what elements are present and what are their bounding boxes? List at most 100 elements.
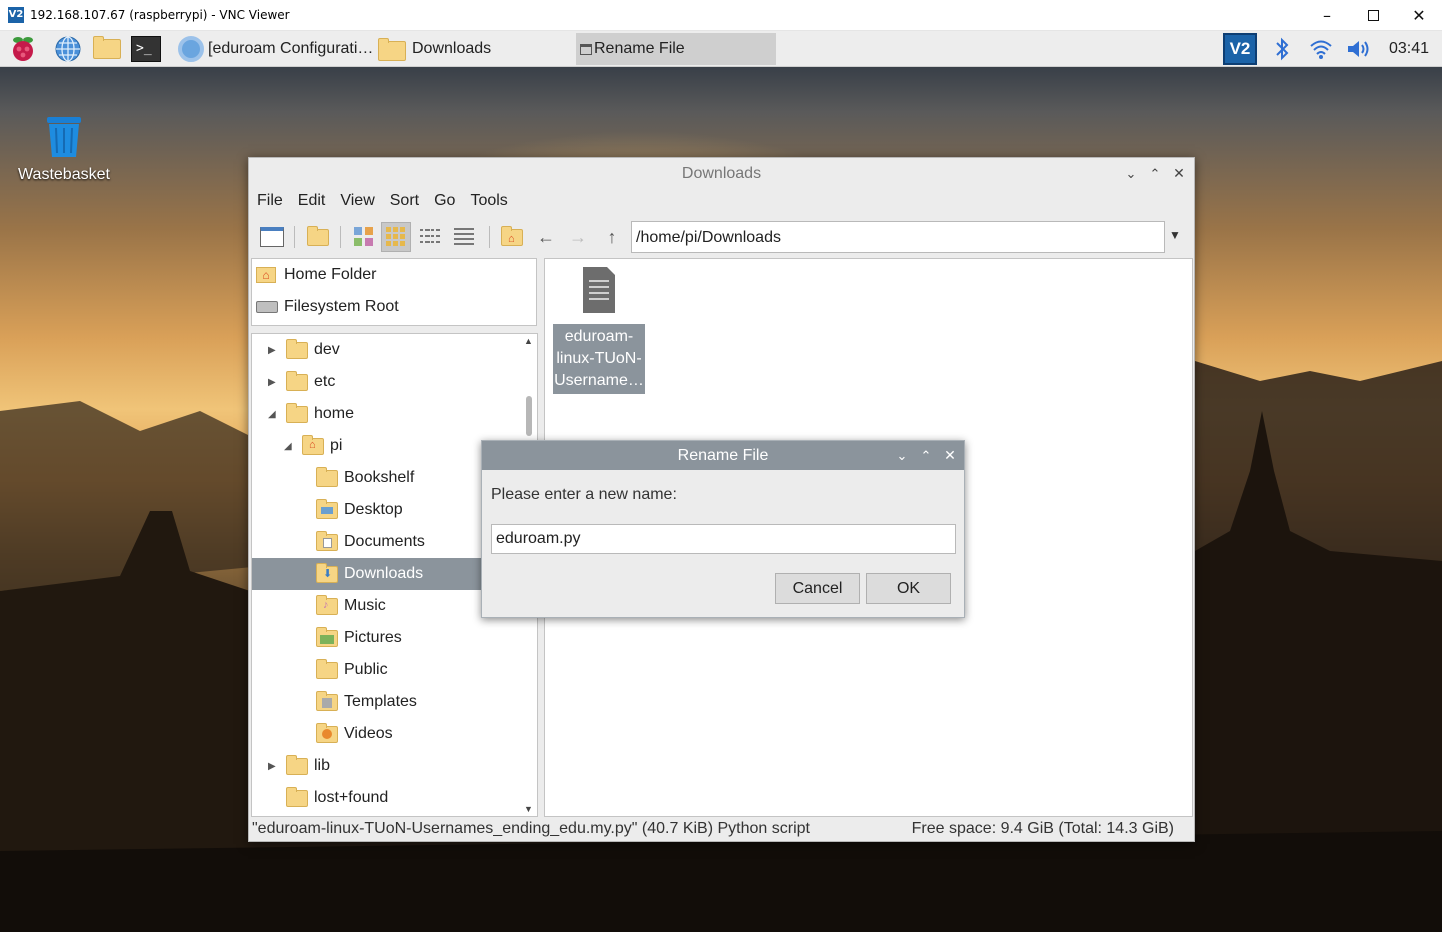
tree-item-lost-found[interactable]: lost+found: [252, 782, 524, 814]
menu-go[interactable]: Go: [426, 189, 462, 215]
home-icon: ⌂: [256, 267, 276, 283]
file-item-eduroam-script[interactable]: eduroam- linux-TUoN- Username…: [553, 265, 645, 394]
list-view-icon[interactable]: [449, 222, 479, 252]
taskbar-task-eduroam[interactable]: [eduroam Configurati…: [174, 33, 374, 65]
tree-item-label: Public: [344, 661, 388, 678]
vnc-tray-icon[interactable]: V2: [1222, 33, 1258, 65]
window-minimize-button[interactable]: ⌄: [1119, 158, 1143, 189]
window-maximize-button[interactable]: ⌃: [1143, 158, 1167, 189]
bluetooth-icon[interactable]: [1268, 33, 1296, 65]
status-bar: "eduroam-linux-TUoN-Usernames_ending_edu…: [249, 817, 1194, 843]
address-bar[interactable]: /home/pi/Downloads: [631, 221, 1165, 253]
ok-button[interactable]: OK: [866, 573, 951, 604]
tree-item-label: lost+found: [314, 789, 389, 806]
raspberry-menu-icon[interactable]: [8, 35, 38, 63]
tree-item-label: lib: [314, 757, 331, 774]
expander-icon[interactable]: ▶: [268, 761, 278, 772]
tree-item-home[interactable]: ◢ home: [252, 398, 524, 430]
dialog-prompt: Please enter a new name:: [491, 486, 677, 503]
tree-item-label: Bookshelf: [344, 469, 415, 486]
taskbar: >_ [eduroam Configurati… Downloads Renam…: [0, 31, 1442, 67]
minimize-button[interactable]: –: [1304, 0, 1350, 31]
places-item-filesystem-root[interactable]: Filesystem Root: [252, 291, 536, 323]
tree-item-label: home: [314, 405, 355, 422]
status-selection-info: "eduroam-linux-TUoN-Usernames_ending_edu…: [252, 820, 810, 837]
tree-item-label: etc: [314, 373, 336, 390]
expander-icon[interactable]: ▶: [268, 345, 278, 356]
tree-item-templates[interactable]: Templates: [252, 686, 524, 718]
maximize-button[interactable]: [1350, 0, 1396, 31]
tree-item-public[interactable]: Public: [252, 654, 524, 686]
terminal-icon[interactable]: >_: [130, 35, 162, 63]
tree-item-pictures[interactable]: Pictures: [252, 622, 524, 654]
tree-item-videos[interactable]: Videos: [252, 718, 524, 750]
icon-view-icon[interactable]: [381, 222, 411, 252]
volume-icon[interactable]: [1344, 33, 1374, 65]
up-arrow-icon[interactable]: ↑: [597, 222, 627, 252]
rename-file-dialog: Rename File ⌄ ⌃ ✕ Please enter a new nam…: [481, 440, 965, 618]
taskbar-task-label: Downloads: [412, 40, 492, 57]
folder-icon: [378, 38, 406, 61]
expander-icon[interactable]: ◢: [268, 409, 278, 420]
close-button[interactable]: ✕: [1396, 0, 1442, 31]
status-free-space: Free space: 9.4 GiB (Total: 14.3 GiB): [911, 820, 1174, 837]
cancel-button[interactable]: Cancel: [775, 573, 860, 604]
compact-view-icon[interactable]: [415, 222, 445, 252]
tree-item-label: Documents: [344, 533, 425, 550]
tree-item-label: Videos: [344, 725, 393, 742]
trash-icon: [47, 117, 81, 157]
tree-item-etc[interactable]: ▶ etc: [252, 366, 524, 398]
file-manager-icon[interactable]: [90, 35, 124, 63]
taskbar-task-downloads[interactable]: Downloads: [374, 33, 574, 65]
tree-item-dev[interactable]: ▶ dev: [252, 334, 524, 366]
window-close-button[interactable]: ✕: [1167, 158, 1191, 189]
menu-tools[interactable]: Tools: [462, 189, 514, 215]
address-dropdown-icon[interactable]: ▼: [1169, 228, 1181, 242]
new-name-input[interactable]: [491, 524, 956, 554]
taskbar-task-rename-file[interactable]: Rename File: [576, 33, 776, 65]
tree-item-lib[interactable]: ▶ lib: [252, 750, 524, 782]
wastebasket-desktop-icon[interactable]: Wastebasket: [14, 113, 114, 184]
script-file-icon: [583, 267, 615, 313]
tree-item-label: pi: [330, 437, 343, 454]
forward-arrow-icon[interactable]: →: [563, 222, 593, 252]
tree-item-label: Pictures: [344, 629, 402, 646]
taskbar-task-label: [eduroam Configurati…: [208, 40, 374, 57]
file-item-label: eduroam- linux-TUoN- Username…: [553, 324, 645, 394]
tree-item-label: dev: [314, 341, 340, 358]
vnc-logo-icon: V2: [8, 7, 24, 23]
new-folder-icon[interactable]: [303, 222, 333, 252]
places-item-label: Home Folder: [284, 266, 377, 283]
wifi-icon[interactable]: [1306, 33, 1336, 65]
dialog-close-button[interactable]: ✕: [938, 441, 962, 470]
tree-item-label: Templates: [344, 693, 417, 710]
menu-sort[interactable]: Sort: [382, 189, 426, 215]
tree-item-label: Desktop: [344, 501, 403, 518]
window-title: Downloads: [681, 165, 762, 182]
places-pane: ⌂ Home Folder Filesystem Root: [251, 258, 537, 326]
places-item-label: Filesystem Root: [284, 298, 399, 315]
thumbnail-view-icon[interactable]: [349, 222, 379, 252]
tree-item-label: Downloads: [344, 565, 424, 582]
web-browser-globe-icon[interactable]: [52, 35, 84, 63]
back-arrow-icon[interactable]: ←: [531, 222, 561, 252]
home-folder-icon[interactable]: ⌂: [497, 222, 527, 252]
menu-bar: File Edit View Sort Go Tools: [249, 189, 515, 215]
window-icon: [580, 43, 592, 55]
tree-item-label: Music: [344, 597, 386, 614]
chromium-icon: [178, 36, 204, 62]
menu-file[interactable]: File: [249, 189, 290, 215]
dialog-maximize-button[interactable]: ⌃: [914, 441, 938, 470]
places-item-home[interactable]: ⌂ Home Folder: [252, 259, 536, 291]
expander-icon[interactable]: ◢: [284, 441, 294, 452]
new-window-icon[interactable]: [257, 222, 287, 252]
clock[interactable]: 03:41: [1382, 33, 1436, 65]
expander-icon[interactable]: ▶: [268, 377, 278, 388]
wastebasket-label: Wastebasket: [18, 166, 110, 183]
taskbar-task-label: Rename File: [594, 40, 685, 57]
vnc-window-title: 192.168.107.67 (raspberrypi) - VNC Viewe…: [30, 8, 290, 22]
menu-edit[interactable]: Edit: [290, 189, 333, 215]
drive-icon: [256, 301, 278, 313]
dialog-minimize-button[interactable]: ⌄: [890, 441, 914, 470]
menu-view[interactable]: View: [332, 189, 381, 215]
